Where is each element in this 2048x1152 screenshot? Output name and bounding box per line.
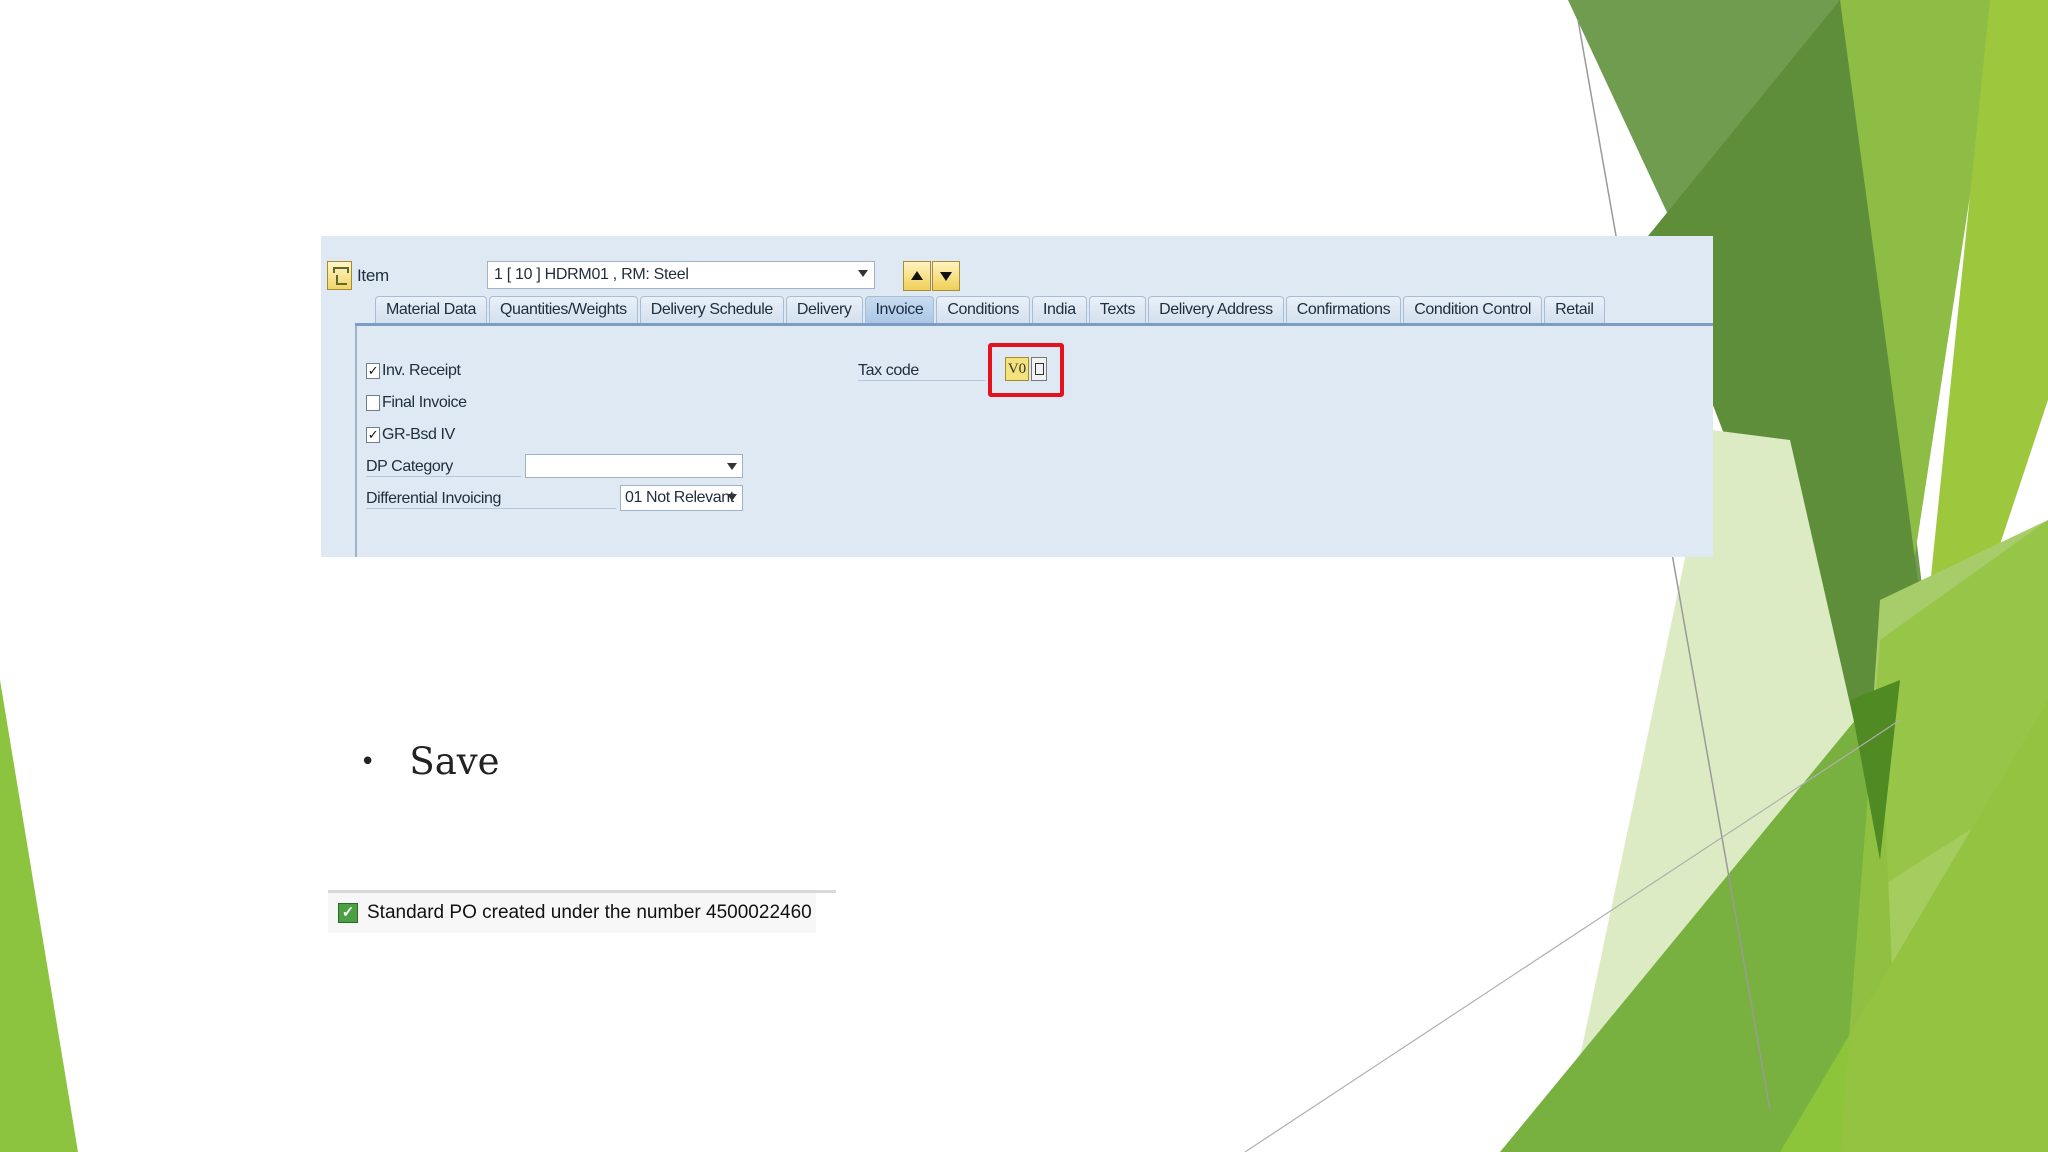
tab-quantities-weights[interactable]: Quantities/Weights: [488, 296, 638, 324]
gr-bsd-iv-checkbox[interactable]: ✓: [366, 427, 380, 443]
chevron-down-icon[interactable]: [727, 463, 737, 470]
inv-receipt-label: Inv. Receipt: [382, 362, 461, 379]
dp-category-select[interactable]: [525, 454, 743, 478]
sap-invoice-panel: Item 1 [ 10 ] HDRM01 , RM: Steel Materia…: [321, 236, 1713, 557]
item-label: Item: [357, 266, 389, 285]
dp-category-label: DP Category: [366, 458, 521, 477]
tab-confirmations[interactable]: Confirmations: [1285, 296, 1402, 324]
tax-code-label: Tax code: [858, 362, 985, 381]
tab-delivery[interactable]: Delivery: [785, 296, 863, 324]
tab-strip-divider: [355, 323, 1713, 326]
differential-invoicing-value: 01 Not Relevant: [625, 489, 734, 506]
item-overview-icon[interactable]: [327, 261, 352, 290]
differential-invoicing-label: Differential Invoicing: [366, 490, 616, 509]
tab-india[interactable]: India: [1032, 296, 1087, 324]
tab-condition-control[interactable]: Condition Control: [1403, 296, 1543, 324]
tab-delivery-schedule[interactable]: Delivery Schedule: [639, 296, 784, 324]
gr-bsd-iv-row: ✓ GR-Bsd IV: [366, 426, 455, 444]
slide-decoration: [0, 0, 2048, 1152]
chevron-down-icon[interactable]: [858, 270, 868, 277]
differential-invoicing-select[interactable]: 01 Not Relevant: [620, 485, 743, 511]
value-help-icon[interactable]: [1031, 357, 1047, 381]
bullet-dot-icon: •: [360, 746, 376, 777]
bullet-text: Save: [409, 740, 500, 783]
tab-conditions[interactable]: Conditions: [936, 296, 1031, 324]
content-frame-border: [355, 326, 357, 557]
inv-receipt-row: ✓ Inv. Receipt: [366, 362, 461, 380]
tab-delivery-address[interactable]: Delivery Address: [1148, 296, 1284, 324]
status-bar: ✓ Standard PO created under the number 4…: [328, 893, 816, 933]
previous-item-button[interactable]: [903, 261, 931, 291]
chevron-down-icon[interactable]: [727, 494, 737, 501]
next-item-button[interactable]: [932, 261, 960, 291]
inv-receipt-checkbox[interactable]: ✓: [366, 363, 380, 379]
final-invoice-checkbox[interactable]: [366, 395, 380, 411]
tab-retail[interactable]: Retail: [1544, 296, 1605, 324]
tab-texts[interactable]: Texts: [1088, 296, 1147, 324]
item-select[interactable]: 1 [ 10 ] HDRM01 , RM: Steel: [487, 261, 875, 289]
gr-bsd-iv-label: GR-Bsd IV: [382, 426, 455, 443]
final-invoice-label: Final Invoice: [382, 394, 467, 411]
tab-material-data[interactable]: Material Data: [375, 296, 487, 324]
tab-invoice[interactable]: Invoice: [864, 296, 935, 324]
bullet-item: • Save: [360, 740, 500, 783]
final-invoice-row: Final Invoice: [366, 394, 467, 412]
decor-shape-left: [0, 680, 78, 1152]
status-message: Standard PO created under the number 450…: [367, 902, 812, 923]
item-select-value: 1 [ 10 ] HDRM01 , RM: Steel: [494, 266, 689, 283]
tax-code-input[interactable]: V0: [1005, 357, 1029, 381]
item-detail-tabs: Material Data Quantities/Weights Deliver…: [375, 296, 1607, 324]
success-check-icon: ✓: [338, 903, 358, 923]
